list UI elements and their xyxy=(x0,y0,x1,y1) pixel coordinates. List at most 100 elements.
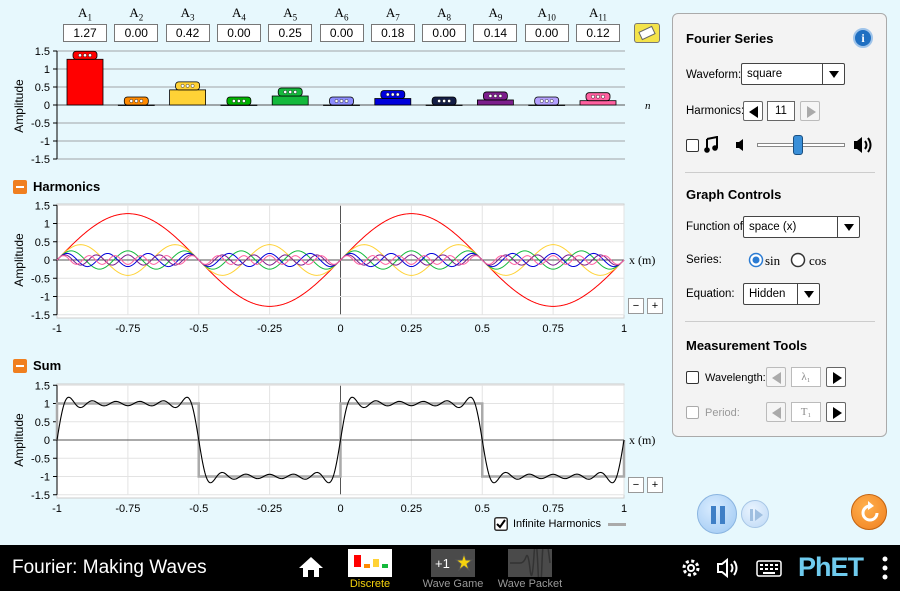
infinite-harmonics-toggle[interactable]: Infinite Harmonics xyxy=(494,517,627,531)
discrete-screen-icon xyxy=(348,549,392,577)
wave-game-screen-icon: +1 xyxy=(431,549,475,577)
measurement-tools-title: Measurement Tools xyxy=(686,338,808,353)
amplitude-bar[interactable] xyxy=(476,99,514,106)
pause-button[interactable] xyxy=(697,494,737,534)
x-tick-label: -1 xyxy=(52,323,62,335)
collapse-sum-button[interactable] xyxy=(13,358,27,373)
amplitude-label-9: A9 xyxy=(473,5,517,23)
function-of-select[interactable]: space (x) xyxy=(743,216,860,238)
period-checkbox[interactable] xyxy=(686,406,699,419)
x-tick-label: 0 xyxy=(337,323,343,335)
wavelength-checkbox[interactable] xyxy=(686,371,699,384)
y-tick-label: 0 xyxy=(44,255,50,267)
series-cos-radio[interactable] xyxy=(790,252,806,268)
amplitude-handle[interactable] xyxy=(277,87,303,97)
y-tick-label: 1 xyxy=(44,219,50,231)
series-cos-label: cos xyxy=(809,253,827,268)
amplitude-handle[interactable] xyxy=(585,92,611,102)
amplitude-handle[interactable] xyxy=(431,96,457,106)
amplitude-handle[interactable] xyxy=(175,81,201,91)
amplitude-tick-label: -1 xyxy=(40,136,50,148)
harmonics-zoom-in-button[interactable]: + xyxy=(647,298,663,314)
amplitude-bar[interactable] xyxy=(271,95,309,106)
amplitude-label-letter: A xyxy=(129,5,139,20)
amplitude-tick-label: -1.5 xyxy=(31,154,50,166)
amplitude-bar[interactable] xyxy=(374,98,412,106)
harmonics-increment-button[interactable] xyxy=(800,101,820,121)
harmonics-value: 11 xyxy=(767,101,795,121)
amplitude-handle[interactable] xyxy=(72,50,98,60)
equation-select[interactable]: Hidden xyxy=(743,283,820,305)
y-tick-label: 0.5 xyxy=(35,417,50,429)
series-sin-radio[interactable] xyxy=(748,252,764,268)
phet-logo[interactable]: PhET xyxy=(798,552,864,583)
info-icon[interactable]: i xyxy=(853,28,873,48)
x-tick-label: 1 xyxy=(621,503,627,515)
reset-all-button[interactable] xyxy=(851,494,887,530)
amplitude-label-3: A3 xyxy=(166,5,210,23)
harmonics-section-header[interactable]: Harmonics xyxy=(13,179,100,194)
harmonics-decrement-button[interactable] xyxy=(743,101,763,121)
sum-section-header[interactable]: Sum xyxy=(13,358,61,373)
y-tick-label: -1.5 xyxy=(31,490,50,502)
amplitude-handle[interactable] xyxy=(482,91,508,101)
amplitude-label-4: A4 xyxy=(217,5,261,23)
wavelength-increment-button[interactable] xyxy=(826,367,846,387)
sound-checkbox[interactable] xyxy=(686,139,699,152)
screen-wave-game-button[interactable]: +1 Wave Game xyxy=(418,549,488,590)
audio-icon[interactable] xyxy=(716,557,742,579)
x-tick-label: -0.5 xyxy=(189,323,208,335)
y-tick-label: -0.5 xyxy=(31,453,50,465)
screen-wave-packet-label: Wave Packet xyxy=(497,578,563,590)
amplitude-label-11: A11 xyxy=(576,5,620,23)
amplitude-handle[interactable] xyxy=(329,96,354,106)
volume-low-icon xyxy=(736,139,743,151)
amplitude-handle[interactable] xyxy=(380,90,406,99)
amplitude-label-index: 11 xyxy=(598,12,608,23)
amplitude-label-letter: A xyxy=(537,5,547,20)
collapse-harmonics-button[interactable] xyxy=(13,179,27,194)
amplitude-handle[interactable] xyxy=(123,96,149,106)
y-tick-label: 1.5 xyxy=(35,200,50,212)
settings-gear-icon[interactable] xyxy=(680,557,702,579)
sum-zoom-in-button[interactable]: + xyxy=(647,477,663,493)
volume-slider-thumb[interactable] xyxy=(793,135,803,155)
home-icon[interactable] xyxy=(298,556,324,578)
more-options-icon[interactable] xyxy=(880,555,890,581)
harmonics-chart: Amplitude -1 -0.75 -0.5 -0.25 0 0.25 0.5 0.75 1 1… xyxy=(12,200,655,335)
infinite-harmonics-label: Infinite Harmonics xyxy=(513,518,602,530)
wavelength-decrement-button[interactable] xyxy=(766,367,786,387)
step-icon xyxy=(750,509,763,521)
amplitude-label-8: A8 xyxy=(422,5,466,23)
series-label: Series: xyxy=(686,254,722,266)
waveform-select[interactable]: square xyxy=(741,63,845,85)
x-tick-label: 0.25 xyxy=(401,323,422,335)
amplitude-bar[interactable] xyxy=(579,100,617,106)
x-tick-label: -0.75 xyxy=(115,323,140,335)
sum-zoom-out-button[interactable]: − xyxy=(628,477,644,493)
amplitude-bar[interactable] xyxy=(169,89,207,106)
period-decrement-button[interactable] xyxy=(766,402,786,422)
amplitude-bar[interactable] xyxy=(66,58,104,106)
step-forward-button[interactable] xyxy=(741,500,769,528)
amplitude-handle[interactable] xyxy=(226,96,252,106)
infinite-harmonics-checkbox[interactable] xyxy=(494,517,508,531)
amplitude-label-letter: A xyxy=(385,5,396,20)
amplitude-label-letter: A xyxy=(437,5,447,20)
amplitude-tick-label: 0.5 xyxy=(35,82,50,94)
amplitude-axis-n: n xyxy=(645,100,651,112)
keyboard-icon[interactable] xyxy=(756,558,782,578)
period-increment-button[interactable] xyxy=(826,402,846,422)
right-arrow-icon xyxy=(833,372,842,384)
screen-wave-packet-button[interactable]: Wave Packet xyxy=(495,549,565,590)
amplitude-handle[interactable] xyxy=(534,96,560,106)
harmonics-zoom-out-button[interactable]: − xyxy=(628,298,644,314)
screen-discrete-button[interactable]: Discrete xyxy=(335,549,405,590)
amplitude-label-7: A7 xyxy=(371,5,415,23)
control-panel: Fourier Series i Waveform: square Harmon… xyxy=(672,13,887,437)
amplitude-chart: Amplitude 1.5 1 0.5 0 -0.5 -1 -1.5 n xyxy=(12,46,651,166)
waveform-label: Waveform: xyxy=(686,69,742,81)
function-of-value: space (x) xyxy=(749,221,797,233)
amplitude-label-2: A2 xyxy=(114,5,158,23)
period-label: Period: xyxy=(705,407,740,419)
